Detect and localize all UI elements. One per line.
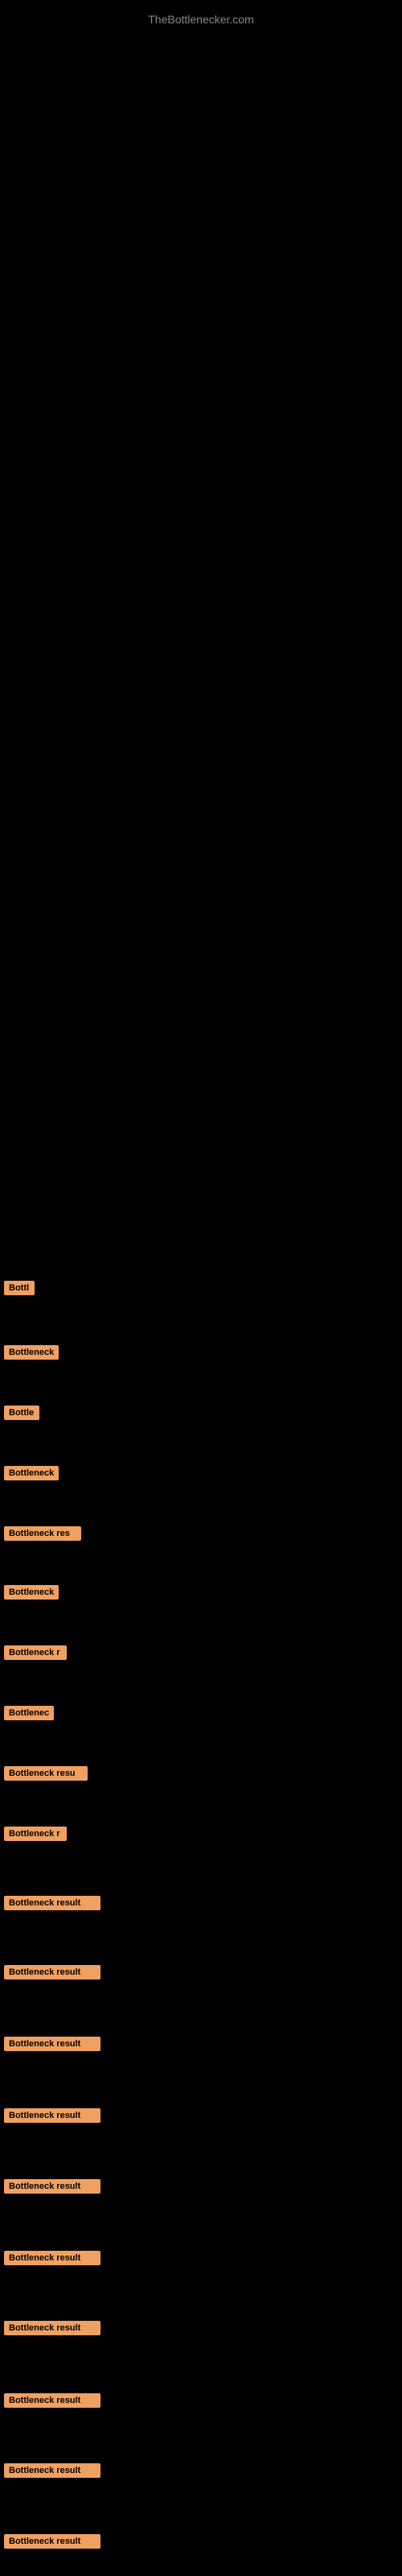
bottleneck-result-label[interactable]: Bottleneck	[4, 1585, 59, 1600]
bottleneck-result-label[interactable]: Bottleneck result	[4, 2321, 100, 2335]
bottleneck-result-label[interactable]: Bottleneck result	[4, 2463, 100, 2478]
bottleneck-result-label[interactable]: Bottleneck	[4, 1345, 59, 1360]
bottleneck-result-label[interactable]: Bottleneck result	[4, 2251, 100, 2265]
list-item: Bottleneck r	[4, 1645, 67, 1660]
list-item: Bottleneck result	[4, 2533, 100, 2549]
bottleneck-result-label[interactable]: Bottleneck r	[4, 1827, 67, 1841]
list-item: Bottleneck	[4, 1465, 59, 1480]
site-title: TheBottlenecker.com	[0, 6, 402, 32]
list-item: Bottleneck result	[4, 2392, 100, 2408]
bottleneck-result-label[interactable]: Bottleneck result	[4, 1965, 100, 1979]
bottleneck-result-label[interactable]: Bottleneck resu	[4, 1766, 88, 1781]
list-item: Bottleneck	[4, 1344, 59, 1360]
list-item: Bottleneck resu	[4, 1765, 88, 1781]
list-item: Bottleneck result	[4, 1895, 100, 1910]
list-item: Bottleneck result	[4, 2107, 100, 2123]
list-item: Bottleneck result	[4, 2462, 100, 2478]
list-item: Bottle	[4, 1405, 39, 1420]
bottleneck-result-label[interactable]: Bottlenec	[4, 1706, 54, 1720]
list-item: Bottleneck r	[4, 1826, 67, 1841]
bottleneck-result-label[interactable]: Bottleneck r	[4, 1645, 67, 1660]
bottleneck-result-label[interactable]: Bottl	[4, 1281, 35, 1295]
bottleneck-result-label[interactable]: Bottleneck res	[4, 1526, 81, 1541]
list-item: Bottleneck result	[4, 1964, 100, 1979]
bottleneck-result-label[interactable]: Bottleneck result	[4, 2534, 100, 2549]
bottleneck-result-label[interactable]: Bottleneck	[4, 1466, 59, 1480]
bottleneck-result-label[interactable]: Bottleneck result	[4, 1896, 100, 1910]
bottleneck-result-label[interactable]: Bottleneck result	[4, 2393, 100, 2408]
list-item: Bottleneck result	[4, 2036, 100, 2051]
bottleneck-result-label[interactable]: Bottleneck result	[4, 2179, 100, 2194]
bottleneck-result-label[interactable]: Bottleneck result	[4, 2037, 100, 2051]
list-item: Bottleneck result	[4, 2250, 100, 2265]
list-item: Bottl	[4, 1280, 35, 1295]
list-item: Bottlenec	[4, 1705, 54, 1720]
list-item: Bottleneck result	[4, 2320, 100, 2335]
bottleneck-result-label[interactable]: Bottleneck result	[4, 2108, 100, 2123]
list-item: Bottleneck res	[4, 1525, 81, 1541]
list-item: Bottleneck	[4, 1584, 59, 1600]
list-item: Bottleneck result	[4, 2178, 100, 2194]
bottleneck-result-label[interactable]: Bottle	[4, 1406, 39, 1420]
